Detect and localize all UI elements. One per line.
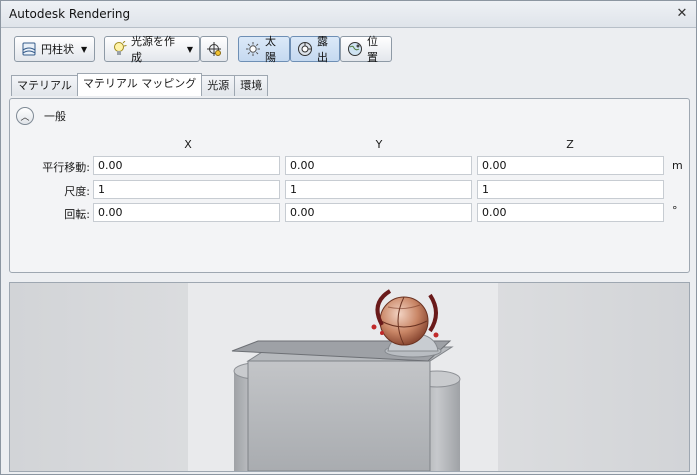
rendering-window: Autodesk Rendering ✕ 円柱状 ▼ 光源を作成 ▼ 太陽 露出… <box>0 0 697 475</box>
section-title: 一般 <box>44 110 66 123</box>
exposure-label: 露出 <box>317 35 328 64</box>
chevron-up-icon: ︿ <box>20 112 30 123</box>
exposure-toggle-button[interactable]: 露出 <box>290 35 340 64</box>
light-target-icon <box>206 41 222 57</box>
collapse-section-button[interactable]: ︿ <box>16 107 34 125</box>
create-light-label: 光源を作成 <box>131 35 175 64</box>
location-button[interactable]: 位置 <box>340 35 392 64</box>
sun-icon <box>245 41 261 57</box>
scale-z-field[interactable] <box>477 180 664 199</box>
cylinder-mapping-icon <box>21 41 37 57</box>
light-bulb-icon <box>111 41 127 57</box>
exposure-icon <box>297 41 313 57</box>
tab-material-mapping[interactable]: マテリアル マッピング <box>76 73 203 96</box>
chevron-down-icon: ▼ <box>186 44 193 54</box>
close-button[interactable]: ✕ <box>674 6 690 22</box>
translation-z-field[interactable] <box>477 156 664 175</box>
window-title: Autodesk Rendering <box>9 7 131 21</box>
tab-materials[interactable]: マテリアル <box>11 75 78 96</box>
globe-location-icon <box>347 41 363 57</box>
preview-scene <box>10 283 689 471</box>
rotation-z-field[interactable] <box>477 203 664 222</box>
column-header-x: X <box>184 138 192 151</box>
scale-y-field[interactable] <box>285 180 472 199</box>
translation-y-field[interactable] <box>285 156 472 175</box>
sun-label: 太陽 <box>265 35 276 64</box>
general-section-header: ︿ 一般 <box>16 107 66 125</box>
mapping-panel: ︿ 一般 X Y Z 平行移動: m 尺度: 回転: ° <box>9 98 690 273</box>
column-header-z: Z <box>566 138 574 151</box>
column-header-y: Y <box>375 138 383 151</box>
light-target-button[interactable] <box>200 36 228 62</box>
rotation-unit: ° <box>672 204 678 217</box>
title-bar: Autodesk Rendering ✕ <box>1 1 696 28</box>
scale-label: 尺度: <box>64 185 90 198</box>
chevron-down-icon: ▼ <box>81 44 88 54</box>
translation-x-field[interactable] <box>93 156 280 175</box>
tab-lights[interactable]: 光源 <box>201 75 236 96</box>
toolbar: 円柱状 ▼ 光源を作成 ▼ 太陽 露出 位置 <box>1 29 696 71</box>
scale-x-field[interactable] <box>93 180 280 199</box>
create-light-button[interactable]: 光源を作成 ▼ <box>104 35 200 64</box>
rotation-y-field[interactable] <box>285 203 472 222</box>
box-body <box>246 346 454 471</box>
rotation-x-field[interactable] <box>93 203 280 222</box>
mapping-preview-viewport[interactable] <box>9 282 690 472</box>
translation-unit: m <box>672 159 683 172</box>
tab-bar: マテリアル マテリアル マッピング 光源 環境 <box>11 73 269 96</box>
sun-toggle-button[interactable]: 太陽 <box>238 35 290 64</box>
cylinder-mapping-label: 円柱状 <box>41 43 74 56</box>
tab-environment[interactable]: 環境 <box>234 75 269 96</box>
translation-label: 平行移動: <box>42 161 90 174</box>
mapping-sphere <box>379 296 429 346</box>
cylinder-mapping-button[interactable]: 円柱状 ▼ <box>14 36 95 62</box>
rotation-label: 回転: <box>64 208 90 221</box>
location-label: 位置 <box>367 35 378 64</box>
